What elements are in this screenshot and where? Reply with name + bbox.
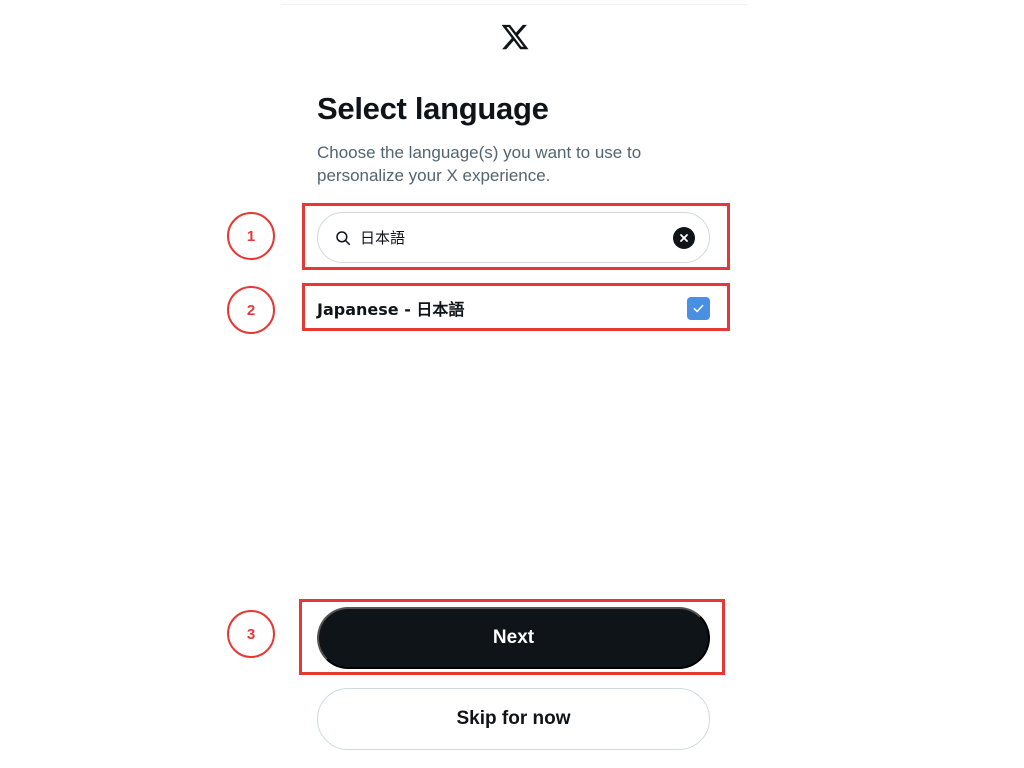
annotation-badge-2: 2 <box>227 286 275 334</box>
x-logo-icon <box>500 22 530 52</box>
annotation-box-1 <box>302 203 730 270</box>
annotation-badge-1: 1 <box>227 212 275 260</box>
language-selection-screen: Select language Choose the language(s) y… <box>0 0 1024 768</box>
page-title: Select language <box>317 91 549 126</box>
skip-for-now-button[interactable]: Skip for now <box>317 688 710 750</box>
top-divider <box>281 4 748 5</box>
annotation-box-3 <box>299 599 725 675</box>
page-subtitle: Choose the language(s) you want to use t… <box>317 143 642 185</box>
annotation-badge-3: 3 <box>227 610 275 658</box>
annotation-box-2 <box>302 283 730 331</box>
